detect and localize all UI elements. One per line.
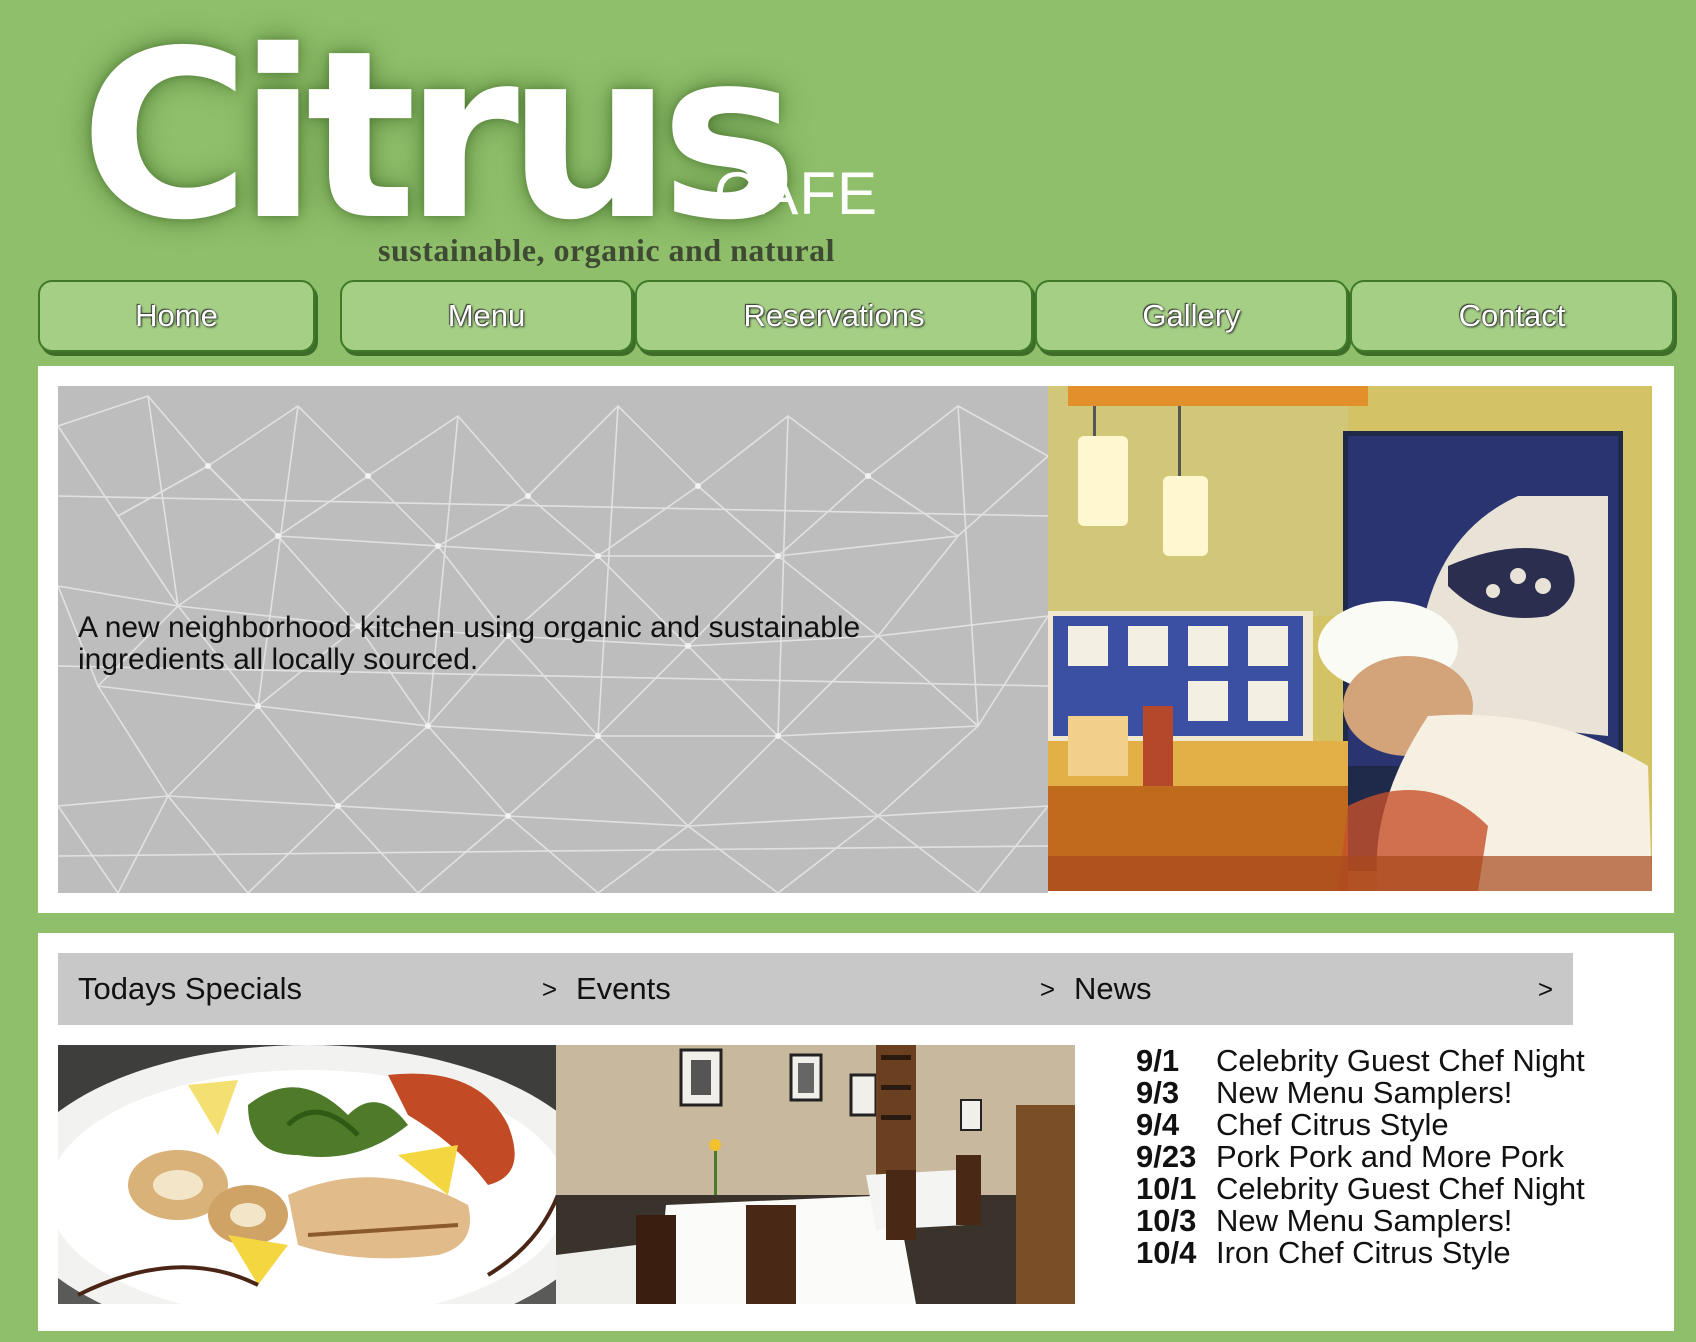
todays-specials-header[interactable]: Todays Specials >	[58, 953, 577, 1025]
nav-reservations-button[interactable]: Reservations	[635, 280, 1033, 352]
news-title: News	[1074, 971, 1152, 1006]
news-date: 9/4	[1136, 1107, 1180, 1142]
news-item[interactable]: 10/3 New Menu Samplers!	[1136, 1205, 1676, 1237]
chevron-right-icon[interactable]: >	[542, 974, 557, 1005]
main-nav: Home Menu Reservations Gallery Contact	[38, 280, 1676, 356]
news-item[interactable]: 9/1 Celebrity Guest Chef Night	[1136, 1045, 1676, 1077]
todays-specials-title: Todays Specials	[78, 971, 303, 1006]
events-title: Events	[576, 971, 671, 1006]
nav-gallery-button[interactable]: Gallery	[1035, 280, 1348, 352]
hero-chef-photo	[1048, 386, 1652, 891]
nav-menu-button[interactable]: Menu	[340, 280, 633, 352]
chevron-right-icon[interactable]: >	[1040, 974, 1055, 1005]
site-logo[interactable]: Citrus CAFE sustainable, organic and nat…	[80, 20, 900, 270]
news-item[interactable]: 9/4 Chef Citrus Style	[1136, 1109, 1676, 1141]
news-item[interactable]: 9/3 New Menu Samplers!	[1136, 1077, 1676, 1109]
news-date: 10/3	[1136, 1203, 1197, 1238]
news-date: 10/4	[1136, 1235, 1197, 1270]
nav-contact-button[interactable]: Contact	[1350, 280, 1674, 352]
news-date: 10/1	[1136, 1171, 1197, 1206]
news-item-title: New Menu Samplers!	[1216, 1075, 1513, 1110]
news-date: 9/3	[1136, 1075, 1180, 1110]
nav-home-button[interactable]: Home	[38, 280, 315, 352]
events-header[interactable]: Events >	[556, 953, 1075, 1025]
news-item-title: Chef Citrus Style	[1216, 1107, 1449, 1142]
news-list: 9/1 Celebrity Guest Chef Night 9/3 New M…	[1136, 1045, 1676, 1269]
hero-panel: A new neighborhood kitchen using organic…	[38, 366, 1674, 913]
news-item-title: Celebrity Guest Chef Night	[1216, 1043, 1585, 1078]
news-item[interactable]: 10/1 Celebrity Guest Chef Night	[1136, 1173, 1676, 1205]
events-photo[interactable]	[556, 1045, 1075, 1304]
news-item[interactable]: 10/4 Iron Chef Citrus Style	[1136, 1237, 1676, 1269]
news-date: 9/1	[1136, 1043, 1180, 1078]
news-date: 9/23	[1136, 1139, 1197, 1174]
todays-specials-photo[interactable]	[58, 1045, 577, 1304]
chevron-right-icon[interactable]: >	[1538, 974, 1553, 1005]
news-item[interactable]: 9/23 Pork Pork and More Pork	[1136, 1141, 1676, 1173]
hero-pattern-background: A new neighborhood kitchen using organic…	[58, 386, 1048, 893]
logo-tagline: sustainable, organic and natural	[378, 232, 835, 268]
logo-cafe-label: CAFE	[714, 160, 879, 227]
news-item-title: Iron Chef Citrus Style	[1216, 1235, 1511, 1270]
news-item-title: New Menu Samplers!	[1216, 1203, 1513, 1238]
news-item-title: Pork Pork and More Pork	[1216, 1139, 1565, 1174]
logo-wordmark: Citrus	[80, 1, 798, 271]
news-header[interactable]: News >	[1054, 953, 1573, 1025]
news-item-title: Celebrity Guest Chef Night	[1216, 1171, 1585, 1206]
hero-tagline-text: A new neighborhood kitchen using organic…	[78, 611, 861, 676]
